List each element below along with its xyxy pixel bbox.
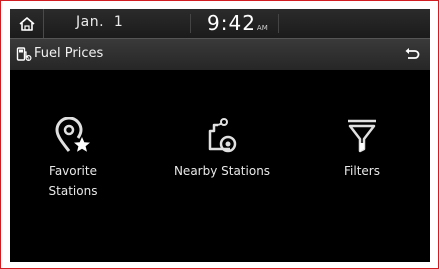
filters-button[interactable]: Filters <box>332 117 392 181</box>
title-bar: $ Fuel Prices <box>10 38 430 70</box>
head-unit-screen: Jan. 1 9:42AM $ Fuel Prices Favorite Sta… <box>10 9 430 262</box>
home-button[interactable] <box>10 9 44 38</box>
status-bar: Jan. 1 9:42AM <box>10 9 430 38</box>
page-title: Fuel Prices <box>34 46 104 61</box>
back-button[interactable] <box>394 39 430 70</box>
favorite-location-icon <box>55 117 90 152</box>
nearby-stations-button[interactable]: Nearby Stations <box>160 117 284 181</box>
nearby-stations-label: Nearby Stations <box>173 164 271 178</box>
status-divider <box>190 14 191 33</box>
frame-border: Jan. 1 9:42AM $ Fuel Prices Favorite Sta… <box>0 0 439 269</box>
svg-text:$: $ <box>27 56 29 60</box>
home-icon <box>18 16 35 31</box>
filters-label: Filters <box>344 164 380 178</box>
clock-time: 9:42 <box>207 11 256 35</box>
favorite-stations-label-line1: Favorite <box>49 164 97 178</box>
filter-funnel-icon <box>348 119 376 153</box>
clock-ampm: AM <box>256 24 268 32</box>
fuel-pump-icon: $ <box>16 47 32 62</box>
clock-display[interactable]: 9:42AM <box>207 11 268 35</box>
status-divider <box>278 14 279 33</box>
favorite-stations-button[interactable]: Favorite Stations <box>38 117 108 201</box>
back-arrow-icon <box>405 47 420 59</box>
favorite-stations-label-line2: Stations <box>48 184 98 198</box>
date-display: Jan. 1 <box>76 14 124 30</box>
nearby-stations-icon <box>208 118 237 153</box>
